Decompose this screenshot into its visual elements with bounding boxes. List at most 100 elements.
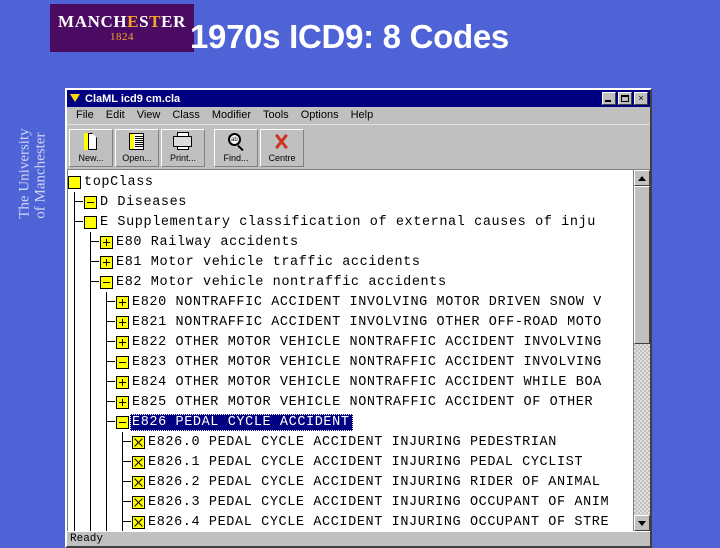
tree-indent	[68, 252, 100, 272]
tree-row[interactable]: E826 PEDAL CYCLE ACCIDENT	[68, 412, 633, 432]
tree-row-label: E826.0 PEDAL CYCLE ACCIDENT INJURING PED…	[148, 434, 557, 450]
status-bar: Ready	[67, 531, 650, 546]
collapse-node-icon[interactable]	[84, 195, 97, 209]
tree-row[interactable]: E821 NONTRAFFIC ACCIDENT INVOLVING OTHER…	[68, 312, 633, 332]
centre-button-label: Centre	[268, 153, 296, 163]
new-button-label: New...	[78, 153, 104, 163]
tree-row[interactable]: E80 Railway accidents	[68, 232, 633, 252]
tree-indent	[68, 232, 100, 252]
tree-row[interactable]: E824 OTHER MOTOR VEHICLE NONTRAFFIC ACCI…	[68, 372, 633, 392]
tree-row[interactable]: E820 NONTRAFFIC ACCIDENT INVOLVING MOTOR…	[68, 292, 633, 312]
collapse-node-icon[interactable]	[116, 355, 129, 369]
print-button[interactable]: Print...	[161, 129, 205, 167]
tree-row[interactable]: E825 OTHER MOTOR VEHICLE NONTRAFFIC ACCI…	[68, 392, 633, 412]
tree-row[interactable]: E826.4 PEDAL CYCLE ACCIDENT INJURING OCC…	[68, 512, 633, 531]
tree-row[interactable]: D Diseases	[68, 192, 633, 212]
print-button-label: Print...	[169, 153, 196, 163]
printer-icon	[171, 132, 195, 152]
menu-item-edit[interactable]: Edit	[100, 109, 131, 121]
centre-button[interactable]: Centre	[260, 129, 304, 167]
tree-row-label: E826.4 PEDAL CYCLE ACCIDENT INJURING OCC…	[148, 514, 610, 530]
expand-node-icon[interactable]	[100, 255, 113, 269]
tree-row-label: E82 Motor vehicle nontraffic accidents	[116, 274, 447, 290]
menu-item-help[interactable]: Help	[345, 109, 380, 121]
scroll-down-button[interactable]	[634, 515, 650, 531]
menu-item-modifier[interactable]: Modifier	[206, 109, 257, 121]
tree-row[interactable]: E826.3 PEDAL CYCLE ACCIDENT INJURING OCC…	[68, 492, 633, 512]
tree-indent	[68, 432, 132, 452]
tree-indent	[68, 272, 100, 292]
tree-row[interactable]: topClass	[68, 172, 633, 192]
expand-node-icon[interactable]	[116, 335, 129, 349]
magnifier-icon: ab	[224, 132, 248, 152]
expand-node-icon[interactable]	[116, 295, 129, 309]
tree-indent	[68, 412, 116, 432]
tree-row-label: E826.1 PEDAL CYCLE ACCIDENT INJURING PED…	[148, 454, 584, 470]
tree-row[interactable]: E823 OTHER MOTOR VEHICLE NONTRAFFIC ACCI…	[68, 352, 633, 372]
open-button[interactable]: Open...	[115, 129, 159, 167]
node-marker-icon	[68, 175, 81, 189]
app-bird-icon	[69, 92, 82, 105]
tree-row-label: E80 Railway accidents	[116, 234, 299, 250]
menu-item-tools[interactable]: Tools	[257, 109, 295, 121]
tree-row[interactable]: E Supplementary classification of extern…	[68, 212, 633, 232]
menu-bar: File Edit View Class Modifier Tools Opti…	[67, 107, 650, 124]
page-title: 1970s ICD9: 8 Codes	[190, 18, 509, 55]
maximize-button[interactable]	[618, 92, 632, 105]
window-title: ClaML icd9 cm.cla	[85, 92, 181, 105]
tree-row[interactable]: E826.1 PEDAL CYCLE ACCIDENT INJURING PED…	[68, 452, 633, 472]
scroll-up-button[interactable]	[634, 170, 650, 186]
tree-row-label: E Supplementary classification of extern…	[100, 214, 596, 230]
tree-row[interactable]: E822 OTHER MOTOR VEHICLE NONTRAFFIC ACCI…	[68, 332, 633, 352]
leaf-node-icon[interactable]	[132, 515, 145, 529]
tree-row[interactable]: E826.0 PEDAL CYCLE ACCIDENT INJURING PED…	[68, 432, 633, 452]
window-title-bar[interactable]: ClaML icd9 cm.cla ×	[67, 90, 650, 107]
expand-node-icon[interactable]	[116, 375, 129, 389]
find-button[interactable]: ab Find...	[214, 129, 258, 167]
scroll-track[interactable]	[634, 186, 650, 515]
leaf-node-icon[interactable]	[132, 455, 145, 469]
tree-row-label: E826 PEDAL CYCLE ACCIDENT	[130, 413, 353, 431]
open-button-label: Open...	[122, 153, 152, 163]
expand-node-icon[interactable]	[100, 235, 113, 249]
node-marker-icon	[84, 215, 97, 229]
window-controls: ×	[602, 92, 648, 105]
scissors-icon	[270, 132, 294, 152]
tree-indent	[68, 352, 116, 372]
scroll-thumb[interactable]	[634, 186, 650, 344]
menu-item-options[interactable]: Options	[295, 109, 345, 121]
university-logo: MANCHESTER 1824	[50, 4, 194, 52]
tree-indent	[68, 372, 116, 392]
claml-application-window: ClaML icd9 cm.cla × File Edit View Class…	[65, 88, 652, 548]
leaf-node-icon[interactable]	[132, 475, 145, 489]
menu-item-file[interactable]: File	[70, 109, 100, 121]
find-button-label: Find...	[223, 153, 249, 163]
tree-row[interactable]: E82 Motor vehicle nontraffic accidents	[68, 272, 633, 292]
minimize-button[interactable]	[602, 92, 616, 105]
expand-node-icon[interactable]	[116, 395, 129, 409]
tree-indent	[68, 492, 132, 512]
menu-item-class[interactable]: Class	[166, 109, 206, 121]
close-button[interactable]: ×	[634, 92, 648, 105]
new-document-icon	[79, 132, 103, 152]
tree-indent	[68, 472, 132, 492]
tree-scroll-area[interactable]: topClass D Diseases E Supplementary classi…	[68, 170, 633, 531]
tree-row-label: D Diseases	[100, 194, 188, 210]
tree-row[interactable]: E826.2 PEDAL CYCLE ACCIDENT INJURING RID…	[68, 472, 633, 492]
tree-indent	[68, 212, 84, 232]
new-button[interactable]: New...	[69, 129, 113, 167]
tree-row-label: E826.3 PEDAL CYCLE ACCIDENT INJURING OCC…	[148, 494, 610, 510]
menu-item-view[interactable]: View	[131, 109, 167, 121]
leaf-node-icon[interactable]	[132, 495, 145, 509]
leaf-node-icon[interactable]	[132, 435, 145, 449]
tree-indent	[68, 392, 116, 412]
collapse-node-icon[interactable]	[100, 275, 113, 289]
tree-indent	[68, 452, 132, 472]
university-vertical-text: The University of Manchester	[16, 128, 48, 219]
tree-row[interactable]: E81 Motor vehicle traffic accidents	[68, 252, 633, 272]
vertical-scrollbar[interactable]	[633, 170, 650, 531]
collapse-node-icon[interactable]	[116, 415, 129, 429]
tree-indent	[68, 192, 84, 212]
expand-node-icon[interactable]	[116, 315, 129, 329]
tree-row-label: E826.2 PEDAL CYCLE ACCIDENT INJURING RID…	[148, 474, 601, 490]
